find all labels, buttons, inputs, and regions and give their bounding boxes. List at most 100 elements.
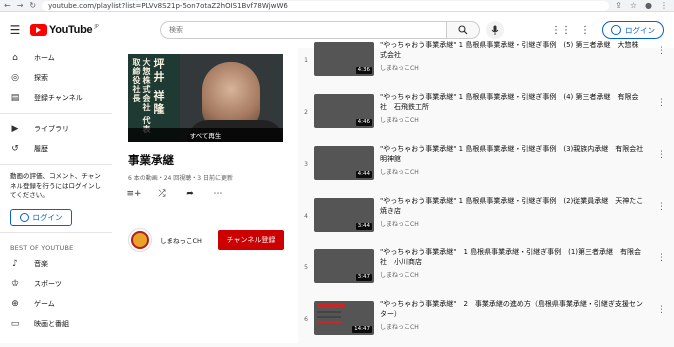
video-thumbnail[interactable]: 4:46 <box>314 94 374 128</box>
playlist-thumbnail[interactable]: 大惣株式会社 代表取締役社長 坪井 祥隆 すべて再生 <box>128 54 283 142</box>
search-button[interactable] <box>446 21 480 39</box>
sidebar-login-label: ログイン <box>32 212 63 222</box>
more-options-icon[interactable]: ⋮ <box>657 46 666 56</box>
sidebar-item-label: 履歴 <box>34 145 48 153</box>
hamburger-menu-icon[interactable]: ☰ <box>0 23 30 37</box>
sidebar-item-library[interactable]: ▶ ライブラリ <box>0 119 112 139</box>
more-actions-icon[interactable]: ⋯ <box>212 188 224 200</box>
menu-icon[interactable]: ⋮ <box>660 1 668 10</box>
forward-icon[interactable]: → <box>17 1 24 10</box>
sidebar-item-history[interactable]: ↺ 履歴 <box>0 139 112 159</box>
back-icon[interactable]: ← <box>4 1 11 10</box>
sidebar-login-prompt: 動画の評価、コメント、チャンネル登録を行うにはログインしてください。 <box>10 172 101 199</box>
profile-icon[interactable]: ● <box>645 1 652 10</box>
video-thumbnail[interactable]: 4:36 <box>314 42 374 76</box>
shuffle-icon[interactable]: ⤮ <box>156 188 168 200</box>
video-channel[interactable]: しまねっこCH <box>380 63 419 72</box>
video-thumbnail[interactable]: 3:44 <box>314 198 374 232</box>
sidebar-item-label: ホーム <box>34 54 55 62</box>
sidebar-item-movies[interactable]: ▭ 映画と番組 <box>0 314 112 334</box>
channel-name[interactable]: しまねっこCH <box>160 235 202 245</box>
library-icon: ▶ <box>11 124 19 134</box>
more-options-icon[interactable]: ⋮ <box>657 305 666 315</box>
video-channel[interactable]: しまねっこCH <box>380 115 419 124</box>
sidebar-item-label: 映画と番組 <box>34 319 69 328</box>
trophy-icon: ♔ <box>10 278 20 289</box>
film-icon: ▭ <box>10 318 20 329</box>
list-item[interactable]: 4 3:44 "やっちゃおう事業承継" 1 島根県事業承継・引継ぎ事例 (2)従… <box>298 196 674 244</box>
video-duration: 4:44 <box>355 171 372 178</box>
list-item[interactable]: 6 14:47 "やっちゃおう事業承継" 2 事業承継の進め方（島根県事業承継・… <box>298 299 674 347</box>
sidebar-login-button[interactable]: ログイン <box>10 208 72 226</box>
list-item[interactable]: 2 4:46 "やっちゃおう事業承継" 1 島根県事業承継・引継ぎ事例 (4) … <box>298 92 674 140</box>
video-title[interactable]: "やっちゃおう事業承継" 1 島根県事業承継・引継ぎ事例 (5) 第三者承継 大… <box>380 40 644 60</box>
video-title[interactable]: "やっちゃおう事業承継" 1 島根県事業承継・引継ぎ事例 (3)親族内承継 有限… <box>380 144 650 164</box>
playlist-actions: ≡+ ⤮ ➦ ⋯ <box>126 188 224 200</box>
share-icon[interactable]: ➦ <box>184 188 196 200</box>
gamepad-icon: ⊕ <box>11 298 19 309</box>
subscribe-button[interactable]: チャンネル登録 <box>218 230 284 250</box>
microphone-icon <box>491 25 499 35</box>
video-thumbnail[interactable]: 3:47 <box>314 249 374 283</box>
video-channel[interactable]: しまねっこCH <box>380 219 419 228</box>
sidebar-item-music[interactable]: ♪ 音楽 <box>0 254 112 274</box>
sidebar-item-label: ライブラリ <box>34 125 69 133</box>
search-icon <box>458 25 468 35</box>
brand-name: YouTube <box>49 24 93 36</box>
sidebar-item-explore[interactable]: ◎ 探索 <box>0 68 112 88</box>
header-login-label: ログイン <box>625 25 655 35</box>
play-all-button[interactable]: すべて再生 <box>128 128 283 142</box>
cover-name: 坪井 祥隆 <box>152 58 165 116</box>
youtube-logo[interactable]: YouTube JP <box>30 24 99 36</box>
browser-actions: ⇪ ☆ ● ⋮ <box>609 1 674 10</box>
share-icon[interactable]: ⇪ <box>615 1 622 10</box>
apps-icon[interactable]: ⋮⋮ <box>551 23 571 37</box>
playlist-stats: 6 本の動画・24 回視聴・3 日前に更新 <box>128 175 233 182</box>
more-options-icon[interactable]: ⋮ <box>657 150 666 160</box>
settings-more-icon[interactable]: ⋮ <box>578 23 592 37</box>
video-channel[interactable]: しまねっこCH <box>380 322 419 331</box>
video-channel[interactable]: しまねっこCH <box>380 270 419 279</box>
video-title[interactable]: "やっちゃおう事業承継" 1 島根県事業承継・引継ぎ事例 (4) 第三者承継 有… <box>380 92 644 112</box>
playlist-sidebar: 大惣株式会社 代表取締役社長 坪井 祥隆 すべて再生 事業承継 6 本の動画・2… <box>112 48 298 343</box>
youtube-play-icon <box>30 24 47 36</box>
video-thumbnail[interactable]: 14:47 <box>314 301 374 335</box>
video-index: 5 <box>304 264 308 271</box>
address-bar[interactable]: youtube.com/playlist?list=PLVv8S21p-5on7… <box>42 0 610 11</box>
star-icon[interactable]: ☆ <box>630 1 637 10</box>
video-title[interactable]: "やっちゃおう事業承継" 1 島根県事業承継・引継ぎ事例 (2)従業員承継 天神… <box>380 196 644 216</box>
sidebar-item-home[interactable]: ⌂ ホーム <box>0 48 112 68</box>
search-box <box>160 21 480 39</box>
list-item[interactable]: 3 4:44 "やっちゃおう事業承継" 1 島根県事業承継・引継ぎ事例 (3)親… <box>298 144 674 192</box>
sidebar-item-subscriptions[interactable]: ▤ 登録チャンネル <box>0 88 112 108</box>
video-channel[interactable]: しまねっこCH <box>380 167 419 176</box>
address-url: youtube.com/playlist?list=PLVv8S21p-5on7… <box>48 1 288 10</box>
video-thumbnail[interactable]: 4:44 <box>314 146 374 180</box>
reload-icon[interactable]: ↻ <box>29 1 36 10</box>
list-item[interactable]: 5 3:47 "やっちゃおう事業承継" 1 島根県事業承継・引継ぎ事例 (1)第… <box>298 247 674 295</box>
voice-search-button[interactable] <box>486 21 504 39</box>
history-icon: ↺ <box>11 144 19 154</box>
more-options-icon[interactable]: ⋮ <box>657 253 666 263</box>
home-icon: ⌂ <box>12 53 18 63</box>
sidebar-item-sports[interactable]: ♔ スポーツ <box>0 274 112 294</box>
video-index: 4 <box>304 213 308 220</box>
browser-toolbar: ← → ↻ youtube.com/playlist?list=PLVv8S21… <box>0 0 674 12</box>
video-duration: 4:46 <box>355 119 372 126</box>
channel-avatar[interactable] <box>128 228 152 252</box>
add-to-queue-icon[interactable]: ≡+ <box>126 188 141 200</box>
header-login-button[interactable]: ログイン <box>602 21 664 39</box>
video-duration: 4:36 <box>355 67 372 74</box>
sidebar-item-label: 探索 <box>34 74 48 82</box>
video-title[interactable]: "やっちゃおう事業承継" 1 島根県事業承継・引継ぎ事例 (1)第三者承継 有限… <box>380 247 644 267</box>
video-duration: 3:47 <box>355 274 372 281</box>
sidebar-section-heading: BEST OF YOUTUBE <box>10 243 74 252</box>
more-options-icon[interactable]: ⋮ <box>657 98 666 108</box>
video-title[interactable]: "やっちゃおう事業承継" 2 事業承継の進め方（島根県事業承継・引継ぎ支援センタ… <box>380 299 644 319</box>
search-input[interactable] <box>160 21 446 39</box>
list-item[interactable]: 1 4:36 "やっちゃおう事業承継" 1 島根県事業承継・引継ぎ事例 (5) … <box>298 40 674 88</box>
more-options-icon[interactable]: ⋮ <box>657 202 666 212</box>
video-duration: 3:44 <box>355 223 372 230</box>
sidebar-item-gaming[interactable]: ⊕ ゲーム <box>0 294 112 314</box>
compass-icon: ◎ <box>11 73 19 83</box>
